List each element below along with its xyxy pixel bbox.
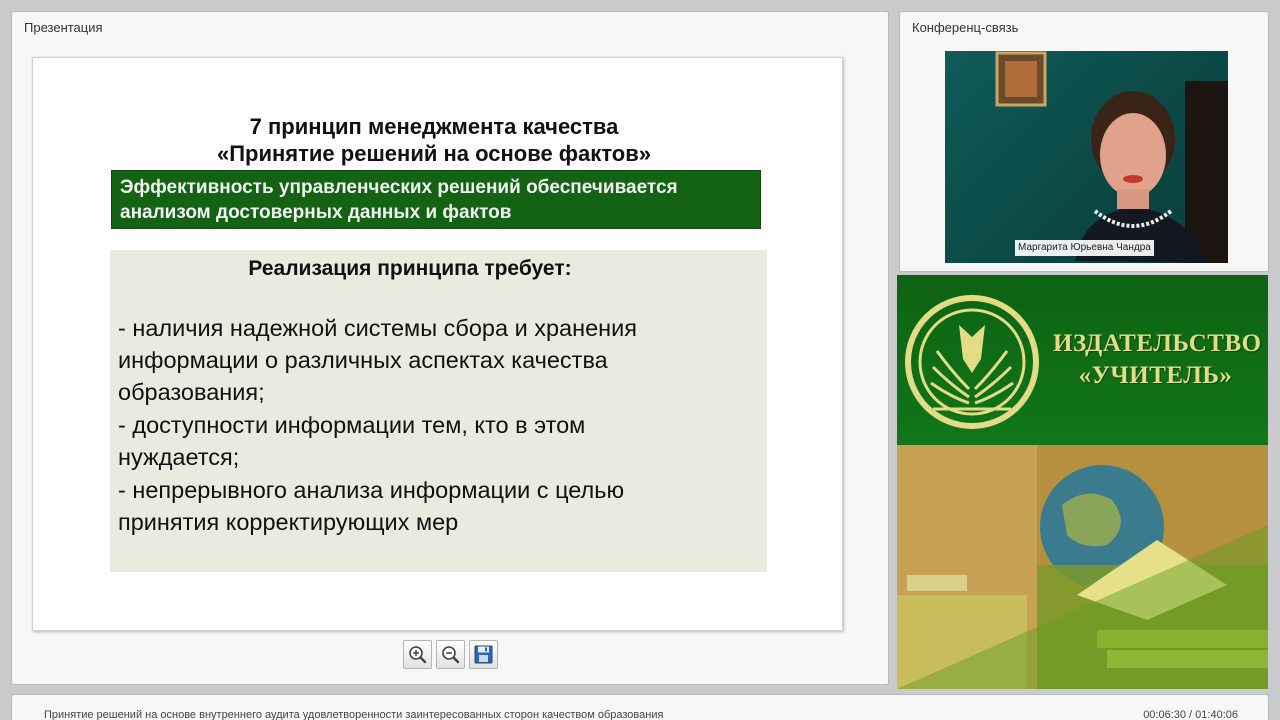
speaker-video: Маргарита Юрьевна Чандра: [945, 51, 1228, 263]
presentation-panel-title: Презентация: [24, 20, 103, 35]
speaker-nameplate: Маргарита Юрьевна Чандра: [1015, 240, 1154, 256]
floppy-disk-icon: [474, 645, 493, 664]
zoom-in-button[interactable]: [403, 640, 432, 669]
webinar-title: Принятие решений на основе внутреннего а…: [44, 709, 664, 720]
slide-highlight-box: Эффективность управленческих решений обе…: [111, 170, 761, 229]
slide-title-line2: «Принятие решений на основе фактов»: [217, 141, 651, 166]
publisher-banner-image: [897, 445, 1268, 689]
highlight-line2: анализом достоверных данных и фактов: [120, 202, 512, 223]
conference-panel: Конференц-связь Маргарита Юрьевна Чандра: [899, 11, 1269, 272]
publisher-banner: ИЗДАТЕЛЬСТВО «УЧИТЕЛЬ»: [897, 275, 1268, 689]
publisher-name-line1: ИЗДАТЕЛЬСТВО: [1053, 330, 1262, 357]
bullet1-line2: информации о различных аспектах качества: [118, 347, 608, 373]
bullet2-line1: - доступности информации тем, кто в этом: [118, 412, 586, 438]
highlight-line1: Эффективность управленческих решений обе…: [120, 177, 678, 198]
speaker-video-frame: [995, 51, 1228, 263]
bullet1-line1: - наличия надежной системы сбора и хране…: [118, 315, 637, 341]
slide-title-line1: 7 принцип менеджмента качества: [249, 114, 619, 139]
zoom-in-icon: [409, 646, 427, 664]
zoom-out-icon: [442, 646, 460, 664]
books-globe-image: [897, 445, 1268, 689]
bullet3-line1: - непрерывного анализа информации с цель…: [118, 477, 625, 503]
publisher-name-line2: «УЧИТЕЛЬ»: [1078, 362, 1233, 389]
conference-panel-title: Конференц-связь: [912, 20, 1019, 35]
bullet2-line2: нуждается;: [118, 444, 240, 470]
slide-requirements-box: Реализация принципа требует: - наличия н…: [110, 250, 767, 572]
zoom-out-button[interactable]: [436, 640, 465, 669]
playback-time: 00:06:30 / 01:40:06: [1143, 709, 1238, 720]
save-button[interactable]: [469, 640, 498, 669]
presentation-slide: 7 принцип менеджмента качества «Принятие…: [32, 57, 843, 631]
publisher-banner-header: ИЗДАТЕЛЬСТВО «УЧИТЕЛЬ»: [897, 275, 1268, 445]
requirements-heading: Реализация принципа требует:: [248, 257, 572, 280]
publisher-logo-icon: [905, 295, 1039, 429]
bullet3-line2: принятия корректирующих мер: [118, 509, 459, 535]
presentation-panel: Презентация 7 принцип менеджмента качест…: [11, 11, 889, 685]
status-bar: Принятие решений на основе внутреннего а…: [11, 694, 1269, 720]
bullet1-line3: образования;: [118, 379, 265, 405]
